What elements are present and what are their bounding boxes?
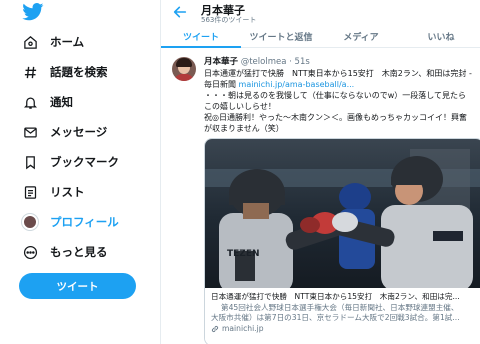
- hashtag-icon: [20, 62, 40, 82]
- envelope-icon: [20, 122, 40, 142]
- bell-icon: [20, 92, 40, 112]
- profile-tabs: ツイート ツイートと返信 メディア いいね: [161, 26, 480, 48]
- twitter-logo-icon[interactable]: [22, 3, 44, 21]
- nav-explore[interactable]: 話題を検索: [20, 59, 108, 85]
- nav-more[interactable]: もっと見る: [20, 239, 108, 265]
- link-preview-domain-row: mainichi.jp: [211, 324, 479, 335]
- tab-tweets-and-replies[interactable]: ツイートと返信: [241, 26, 321, 47]
- link-preview-title: 日本通運が猛打で快勝 NTT東日本から15安打 木南2ラン、和田は完...: [211, 292, 460, 301]
- baseball-players-photo: TEZEN: [205, 139, 480, 288]
- nav-notifications[interactable]: 通知: [20, 89, 73, 115]
- link-preview-card[interactable]: TEZEN 日本通運が猛打で快勝 NTT東日本から15安打 木南2ラン、和田は完…: [204, 138, 480, 344]
- nav-notifications-label: 通知: [50, 95, 73, 109]
- tweet-link[interactable]: mainichi.jp/ama-baseball/a...: [239, 80, 355, 89]
- tweet-author-avatar[interactable]: [172, 57, 196, 81]
- nav-lists[interactable]: リスト: [20, 179, 85, 205]
- tweet-line-2: 毎日新聞 mainichi.jp/ama-baseball/a...: [204, 79, 477, 90]
- profile-header: 月本華子 563件のツイート: [161, 0, 480, 26]
- tweet-author-name[interactable]: 月本華子: [204, 57, 238, 67]
- tweet-separator: ·: [289, 57, 292, 67]
- nav-profile-label: プロフィール: [50, 215, 119, 229]
- nav-lists-label: リスト: [50, 185, 85, 199]
- bookmark-icon: [20, 152, 40, 172]
- header-tweet-count: 563件のツイート: [201, 16, 257, 24]
- tweet-text: 日本通運が猛打で快勝 NTT東日本から15安打 木南2ラン、和田は完封 - 毎日…: [204, 68, 477, 134]
- tweet-author-handle[interactable]: @telolmea: [241, 57, 287, 67]
- profile-avatar-mini: [22, 214, 38, 230]
- tweet-timestamp[interactable]: 51s: [295, 57, 310, 67]
- tweet-line-1: 日本通運が猛打で快勝 NTT東日本から15安打 木南2ラン、和田は完封 -: [204, 69, 472, 78]
- nav-more-label: もっと見る: [50, 245, 108, 259]
- link-icon: [211, 325, 219, 332]
- nav-home-label: ホーム: [50, 35, 85, 49]
- home-icon: [20, 32, 40, 52]
- nav-explore-label: 話題を検索: [50, 65, 108, 79]
- nav-messages[interactable]: メッセージ: [20, 119, 107, 145]
- nav-home[interactable]: ホーム: [20, 29, 84, 55]
- link-preview-text: 日本通運が猛打で快勝 NTT東日本から15安打 木南2ラン、和田は完... 第4…: [205, 289, 480, 344]
- tweet-line-2-text: 毎日新聞: [204, 80, 239, 89]
- more-icon: [20, 242, 40, 262]
- avatar: [20, 212, 40, 232]
- nav-bookmarks[interactable]: ブックマーク: [20, 149, 119, 175]
- back-arrow-icon[interactable]: [172, 4, 188, 20]
- tweet-line-4: この嬉しいしらせ！: [204, 102, 276, 111]
- tweet-line-3: ・・・朝は見るのを我慢して（仕事にならないのでw）一段落して見たら: [204, 91, 467, 100]
- tweet-line-6: が収まりません（笑）: [204, 124, 284, 133]
- tweet-line-5: 祝◎日通勝利！やった〜木南クン＞＜。画像もめっちゃカッコイイ！興奮: [204, 113, 467, 122]
- nav-profile[interactable]: プロフィール: [20, 209, 119, 235]
- jersey-text: TEZEN: [227, 249, 260, 259]
- link-preview-description: 第45回社会人野球日本選手権大会（毎日新聞社、日本野球連盟主催、: [221, 302, 459, 312]
- nav-bookmarks-label: ブックマーク: [50, 155, 119, 169]
- tweet-item[interactable]: 月本華子 @telolmea · 51s 日本通運が猛打で快勝 NTT東日本から…: [161, 49, 480, 344]
- tab-likes[interactable]: いいね: [401, 26, 480, 47]
- list-icon: [20, 182, 40, 202]
- side-navigation: ホーム 話題を検索 通知 メッセージ ブックマーク リスト プロフィール もっと…: [0, 0, 160, 344]
- compose-tweet-button[interactable]: ツイート: [19, 273, 136, 299]
- main-column: 月本華子 563件のツイート ツイート ツイートと返信 メディア いいね 月本華…: [160, 0, 480, 344]
- nav-messages-label: メッセージ: [50, 125, 108, 139]
- tab-tweets[interactable]: ツイート: [161, 26, 241, 48]
- tweet-header: 月本華子 @telolmea · 51s: [204, 55, 310, 67]
- link-preview-domain: mainichi.jp: [222, 323, 264, 333]
- link-preview-description-2: 大阪市共催）は第7日の31日、京セラドーム大阪で2回戦3試合。第1試...: [211, 313, 460, 322]
- tab-media[interactable]: メディア: [321, 26, 401, 47]
